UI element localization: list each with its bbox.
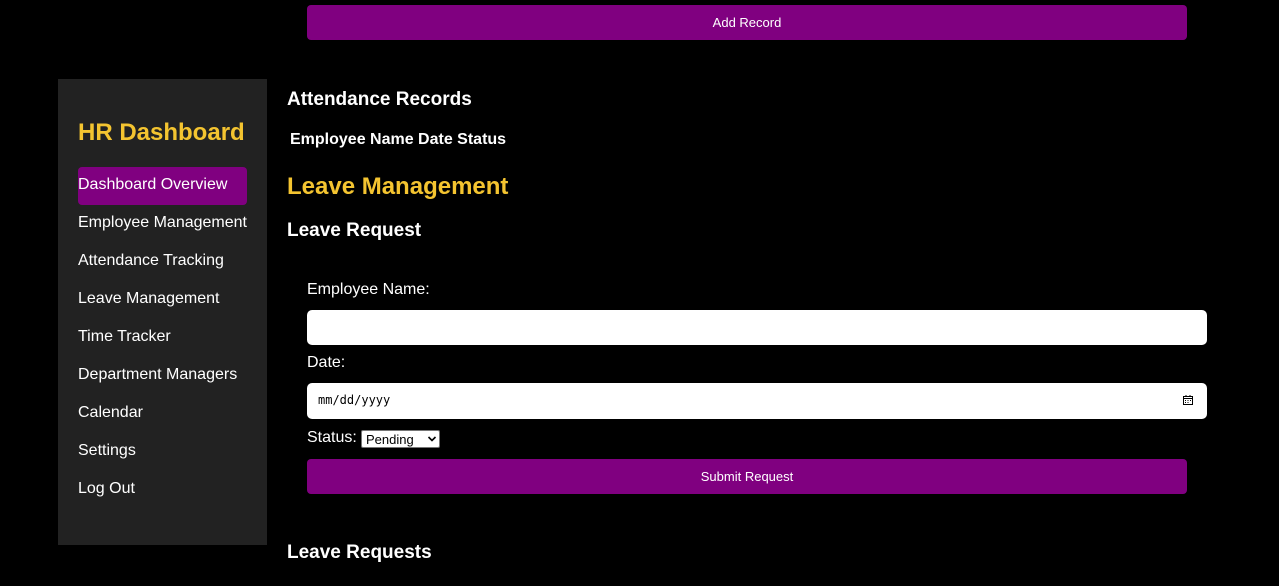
attendance-table-header: Employee Name Date Status bbox=[290, 131, 507, 148]
sidebar: HR Dashboard Dashboard Overview Employee… bbox=[58, 79, 267, 545]
calendar-icon[interactable] bbox=[1183, 395, 1193, 405]
sidebar-item-leave-management[interactable]: Leave Management bbox=[78, 281, 219, 319]
leave-request-heading: Leave Request bbox=[287, 220, 422, 241]
date-placeholder: mm/dd/yyyy bbox=[318, 393, 391, 407]
employee-name-input[interactable] bbox=[307, 310, 1207, 345]
employee-name-label: Employee Name: bbox=[307, 281, 430, 298]
sidebar-item-settings[interactable]: Settings bbox=[78, 433, 136, 471]
page: Add Record HR Dashboard Dashboard Overvi… bbox=[0, 0, 1279, 586]
add-record-button[interactable]: Add Record bbox=[307, 5, 1187, 40]
status-label: Status: bbox=[307, 429, 357, 446]
status-select[interactable]: Pending bbox=[361, 430, 440, 448]
sidebar-item-log-out[interactable]: Log Out bbox=[78, 471, 135, 509]
sidebar-title: HR Dashboard bbox=[78, 119, 245, 146]
leave-management-heading: Leave Management bbox=[287, 173, 509, 200]
sidebar-item-attendance-tracking[interactable]: Attendance Tracking bbox=[78, 243, 224, 281]
chevron-down-icon bbox=[427, 436, 437, 442]
status-select-value: Pending bbox=[366, 432, 414, 447]
sidebar-item-calendar[interactable]: Calendar bbox=[78, 395, 143, 433]
sidebar-item-employee-management[interactable]: Employee Management bbox=[78, 205, 247, 243]
date-input[interactable]: mm/dd/yyyy bbox=[307, 383, 1207, 419]
submit-request-button[interactable]: Submit Request bbox=[307, 459, 1187, 494]
date-label: Date: bbox=[307, 354, 346, 371]
attendance-records-heading: Attendance Records bbox=[287, 89, 472, 110]
sidebar-nav: Dashboard Overview Employee Management A… bbox=[78, 167, 247, 509]
sidebar-item-time-tracker[interactable]: Time Tracker bbox=[78, 319, 171, 357]
leave-requests-heading: Leave Requests bbox=[287, 542, 432, 563]
sidebar-item-dashboard-overview[interactable]: Dashboard Overview bbox=[78, 167, 247, 205]
sidebar-item-department-managers[interactable]: Department Managers bbox=[78, 357, 237, 395]
